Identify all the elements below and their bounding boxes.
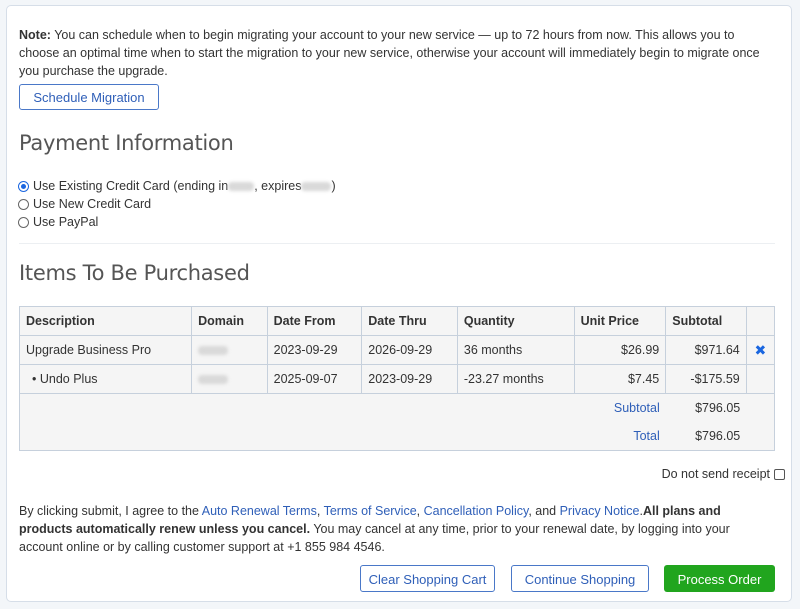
col-date-from: Date From xyxy=(266,306,363,336)
note-label: Note: xyxy=(19,28,51,42)
new-card-label: Use New Credit Card xyxy=(33,197,152,211)
subtotal-row: Subtotal $796.05 xyxy=(18,393,776,422)
note-text: You can schedule when to begin migrating… xyxy=(19,28,760,78)
receipt-checkbox[interactable] xyxy=(774,468,785,480)
agreement-text: By clicking submit, I agree to the Auto … xyxy=(19,504,730,554)
auto-renewal-terms-link[interactable]: Auto Renewal Terms xyxy=(202,504,317,518)
item-subtotal: $971.64 xyxy=(665,335,747,365)
col-description: Description xyxy=(18,306,193,336)
item-unit-price: $7.45 xyxy=(573,364,667,394)
paypal-label: Use PayPal xyxy=(33,215,99,229)
radio-new-card[interactable] xyxy=(18,198,29,210)
table-row: • Undo Plus 2025-09-07 2023-09-29 -23.27… xyxy=(18,364,776,394)
sep: , xyxy=(416,504,424,518)
existing-card-suffix: ) xyxy=(331,179,336,193)
col-subtotal: Subtotal xyxy=(665,306,747,336)
redacted-domain xyxy=(198,375,229,385)
item-actions-empty xyxy=(745,364,776,394)
col-date-thru: Date Thru xyxy=(361,306,458,336)
item-date-thru: 2023-09-29 xyxy=(361,364,458,394)
col-domain: Domain xyxy=(191,306,268,336)
clear-shopping-cart-button[interactable]: Clear Shopping Cart xyxy=(360,565,495,592)
items-heading: Items To Be Purchased xyxy=(19,261,250,285)
total-label: Total xyxy=(18,422,666,451)
col-quantity: Quantity xyxy=(456,306,575,336)
existing-card-label: Use Existing Credit Card (ending in xyxy=(33,179,229,193)
payment-information-heading: Payment Information xyxy=(19,131,234,155)
item-description: Upgrade Business Pro xyxy=(18,335,193,365)
subtotal-label: Subtotal xyxy=(18,393,666,422)
item-quantity: 36 months xyxy=(456,335,575,365)
col-unit-price: Unit Price xyxy=(573,306,667,336)
schedule-migration-button[interactable]: Schedule Migration xyxy=(19,84,159,110)
item-unit-price: $26.99 xyxy=(573,335,667,365)
item-quantity: -23.27 months xyxy=(456,364,575,394)
total-row: Total $796.05 xyxy=(18,422,776,451)
terms-of-service-link[interactable]: Terms of Service xyxy=(324,504,417,518)
table-row: Upgrade Business Pro 2023-09-29 2026-09-… xyxy=(18,335,776,365)
redacted-expiry xyxy=(301,181,332,191)
remove-item-icon[interactable]: ✖ xyxy=(745,335,776,365)
redacted-domain xyxy=(198,346,229,356)
redacted-card-digits xyxy=(228,181,255,191)
process-order-button[interactable]: Process Order xyxy=(664,565,775,592)
expires-label: , expires xyxy=(254,179,302,193)
sep: , and xyxy=(528,504,560,518)
section-divider xyxy=(19,243,775,244)
item-date-from: 2023-09-29 xyxy=(266,335,363,365)
item-domain xyxy=(191,335,268,365)
sep: , xyxy=(316,504,324,518)
subtotal-value: $796.05 xyxy=(695,401,741,415)
item-date-thru: 2026-09-29 xyxy=(361,335,458,365)
do-not-send-receipt[interactable]: Do not send receipt xyxy=(662,467,785,481)
cancellation-policy-link[interactable]: Cancellation Policy xyxy=(424,504,529,518)
radio-paypal[interactable] xyxy=(18,216,29,228)
payment-option-new-card[interactable]: Use New Credit Card xyxy=(18,195,336,213)
continue-shopping-button[interactable]: Continue Shopping xyxy=(511,565,649,592)
table-header: Description Domain Date From Date Thru Q… xyxy=(18,306,776,336)
item-domain xyxy=(191,364,268,394)
agreement-intro: By clicking submit, I agree to the xyxy=(19,504,202,518)
receipt-label: Do not send receipt xyxy=(661,467,770,481)
payment-options: Use Existing Credit Card (ending in , ex… xyxy=(18,177,336,231)
payment-option-paypal[interactable]: Use PayPal xyxy=(18,213,336,231)
item-subtotal: -$175.59 xyxy=(665,364,747,394)
col-actions xyxy=(745,306,776,336)
item-description: • Undo Plus xyxy=(18,364,193,394)
items-table: Description Domain Date From Date Thru Q… xyxy=(18,306,776,451)
radio-existing-card[interactable] xyxy=(18,180,29,192)
total-value: $796.05 xyxy=(665,422,747,451)
privacy-notice-link[interactable]: Privacy Notice xyxy=(560,504,640,518)
item-date-from: 2025-09-07 xyxy=(266,364,363,394)
migration-note: Note: You can schedule when to begin mig… xyxy=(19,26,769,80)
payment-option-existing-card[interactable]: Use Existing Credit Card (ending in , ex… xyxy=(18,177,336,195)
